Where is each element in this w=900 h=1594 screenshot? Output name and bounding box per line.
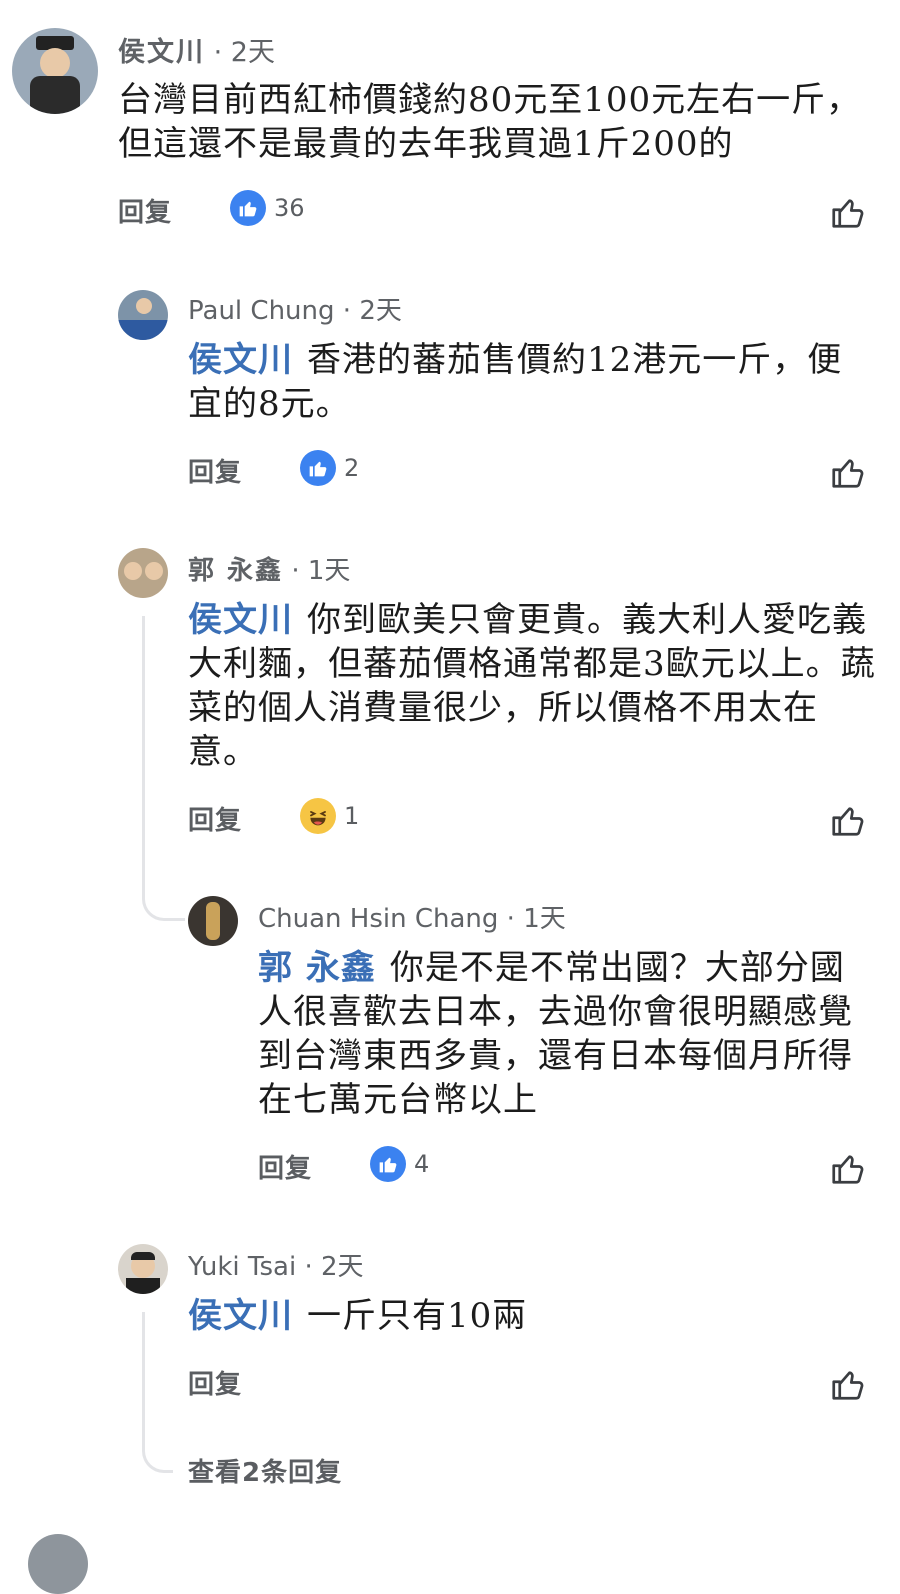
commenter-name[interactable]: 侯文川 (118, 37, 205, 68)
like-button[interactable] (830, 802, 866, 842)
reply-button[interactable]: 回复 (188, 452, 242, 489)
meta-separator: · (506, 904, 515, 934)
mention-tag[interactable]: 侯文川 (188, 1296, 293, 1336)
reply-button[interactable]: 回复 (118, 192, 172, 229)
comment-body: 台灣目前西紅柿價錢約80元至100元左右一斤，但這還不是最貴的去年我買過1斤20… (118, 78, 878, 166)
comment-body: 侯文川 香港的蕃茄售價約12港元一斤，便宜的8元。 (188, 338, 868, 426)
reply-button[interactable]: 回复 (258, 1148, 312, 1185)
thumbs-up-icon (832, 807, 864, 836)
reaction-count: 2 (344, 454, 360, 482)
reply-button[interactable]: 回复 (188, 800, 242, 837)
like-button[interactable] (830, 1150, 866, 1190)
commenter-name[interactable]: Paul Chung (188, 296, 335, 326)
comment-time: 1天 (307, 556, 351, 586)
reaction-summary[interactable]: 4 (370, 1146, 429, 1182)
mention-tag[interactable]: 郭 永鑫 (258, 948, 376, 988)
like-button[interactable] (830, 454, 866, 494)
thumbs-up-icon (832, 1155, 864, 1184)
comment-time: 1天 (523, 904, 566, 934)
meta-separator: · (304, 1252, 313, 1282)
meta-separator: · (342, 296, 352, 326)
avatar[interactable] (118, 1244, 168, 1294)
like-reaction-icon (230, 190, 266, 226)
like-reaction-icon (300, 450, 336, 486)
thumbs-up-icon (832, 199, 864, 228)
comment-time: 2天 (359, 296, 402, 326)
avatar[interactable] (28, 1534, 88, 1594)
comment-text: 一斤只有10兩 (307, 1296, 528, 1336)
mention-tag[interactable]: 侯文川 (188, 600, 293, 640)
comment-time: 2天 (230, 37, 275, 68)
like-button[interactable] (830, 1366, 866, 1406)
reaction-summary[interactable]: 36 (230, 190, 305, 226)
mention-tag[interactable]: 侯文川 (188, 340, 293, 380)
commenter-name[interactable]: Chuan Hsin Chang (258, 904, 498, 934)
comment-body: 郭 永鑫 你是不是不常出國？大部分國人很喜歡去日本，去過你會很明顯感覺到台灣東西多… (258, 946, 868, 1122)
like-button[interactable] (830, 194, 866, 234)
avatar[interactable] (118, 290, 168, 340)
haha-reaction-icon (300, 798, 336, 834)
meta-separator: · (291, 556, 300, 586)
commenter-name[interactable]: 郭 永鑫 (188, 556, 283, 586)
avatar[interactable] (118, 548, 168, 598)
thumbs-up-icon (832, 459, 864, 488)
thumbs-up-icon (832, 1371, 864, 1400)
comment-text: 台灣目前西紅柿價錢約80元至100元左右一斤，但這還不是最貴的去年我買過1斤20… (118, 80, 862, 164)
reaction-summary[interactable]: 2 (300, 450, 359, 486)
reaction-count: 36 (274, 194, 305, 222)
like-reaction-icon (370, 1146, 406, 1182)
meta-separator: · (213, 37, 223, 68)
comment-body: 侯文川 一斤只有10兩 (188, 1294, 868, 1338)
view-more-replies-link[interactable]: 查看2条回复 (188, 1452, 342, 1489)
thread-connector (142, 1312, 173, 1473)
thread-connector (142, 616, 185, 921)
avatar[interactable] (188, 896, 238, 946)
commenter-name[interactable]: Yuki Tsai (188, 1252, 296, 1282)
avatar[interactable] (12, 28, 98, 114)
comment-time: 2天 (321, 1252, 364, 1282)
comment-body: 侯文川 你到歐美只會更貴。義大利人愛吃義大利麵，但蕃茄價格通常都是3歐元以上。蔬菜… (188, 598, 878, 774)
reply-button[interactable]: 回复 (188, 1364, 242, 1401)
reaction-count: 1 (344, 802, 360, 830)
reaction-count: 4 (414, 1150, 430, 1178)
reaction-summary[interactable]: 1 (300, 798, 359, 834)
